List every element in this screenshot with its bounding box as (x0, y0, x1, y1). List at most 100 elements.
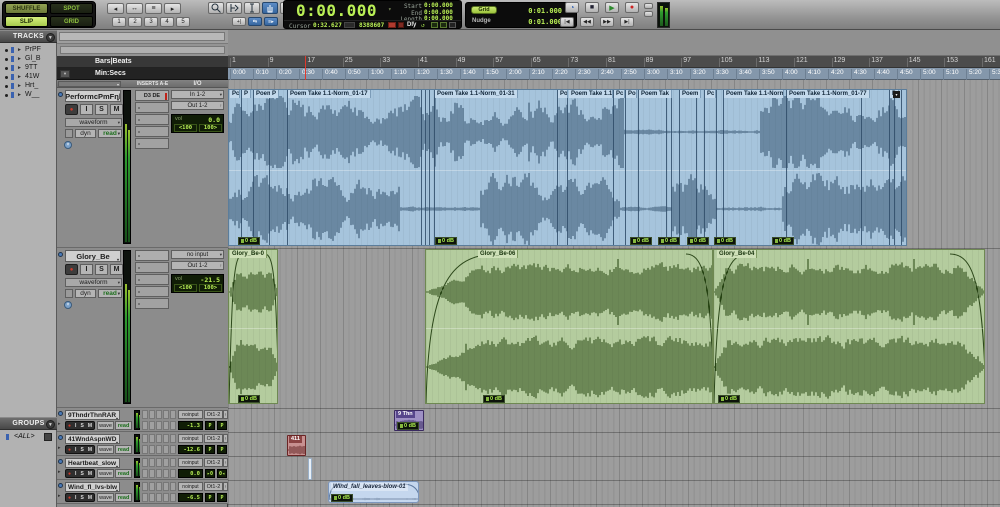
insert-slot-mini[interactable] (163, 445, 169, 454)
pan-left-value[interactable]: <100 (174, 284, 197, 292)
zoom-toggle-button[interactable]: ↔ (126, 3, 143, 14)
insert-slot-3[interactable] (135, 274, 169, 285)
read-mode-button[interactable]: read (115, 445, 132, 454)
grid-value[interactable]: 0:01.000 (518, 7, 562, 15)
insert-slot-mini[interactable] (170, 421, 176, 430)
pan-left-value[interactable]: P (205, 493, 215, 502)
solo-button[interactable]: S (95, 104, 108, 115)
insert-slot-4[interactable] (135, 126, 169, 137)
dyn-button[interactable]: dyn (75, 129, 96, 138)
insert-slot-mini[interactable] (142, 421, 148, 430)
input-letter[interactable]: I (75, 423, 76, 429)
automation-mode-selector[interactable]: read ▾ (98, 129, 122, 138)
zoom-in-horizontal-button[interactable]: ▸ (164, 3, 181, 14)
input-button[interactable]: I (80, 104, 93, 115)
edit-canvas[interactable]: Pc P Poem P Poem Take 1.1-Norm_01-17 Poem Tak… (228, 80, 1000, 507)
play-button[interactable]: ▶ (605, 2, 619, 13)
clip-label[interactable]: Glory_Be-0 (230, 250, 268, 258)
input-selector[interactable]: noinput (178, 458, 203, 467)
clip-label[interactable]: Wind_fall_leaves-blow-01 (331, 483, 408, 491)
clip-gain-badge[interactable]: 0 dB (718, 395, 740, 403)
grabber-tool-button[interactable] (262, 2, 278, 14)
insert-slot-1[interactable]: D3 DE (135, 90, 169, 101)
mode-shuffle-button[interactable]: SHUFFLE (5, 3, 48, 14)
clip-gain-badge[interactable]: 0 dB (238, 237, 260, 245)
rism-button-cluster[interactable]: ● I S M (65, 445, 95, 454)
track-name-caret-icon[interactable]: ▾ (116, 414, 118, 420)
input-selector[interactable]: noinput (178, 410, 203, 419)
insert-slot-mini[interactable] (156, 482, 162, 491)
keyboard-focus-icon[interactable] (344, 22, 355, 28)
mode-spot-button[interactable]: SPOT (50, 3, 93, 14)
track-expand-icon[interactable]: ▸ (58, 493, 61, 499)
record-button[interactable]: ● (625, 2, 639, 13)
clip-gain-badge[interactable]: 0 dB (397, 422, 419, 430)
delay-compensation-label[interactable]: Dly (407, 22, 416, 28)
fast-forward-button[interactable]: ▶▶ (600, 17, 614, 27)
clip-gain-badge[interactable]: 0 dB (331, 494, 353, 502)
minsec-ruler[interactable]: 0:00 0:10 0:20 0:30 0:40 0:50 1:00 1:10 1:20 1:30… (228, 68, 1000, 80)
session-selector-dropdown[interactable] (60, 46, 225, 54)
clip-label[interactable]: Po (626, 90, 637, 98)
edit-window-view-selector[interactable] (59, 32, 225, 41)
insert-slot-mini[interactable] (163, 469, 169, 478)
clip-gain-badge[interactable]: 0 dB (435, 237, 457, 245)
input-selector[interactable]: no input ▾ (171, 250, 224, 259)
track-list-item-9TT[interactable]: ► 9TT (0, 64, 57, 73)
clip-9 Thn[interactable]: 9 Thn 0 dB (394, 410, 424, 431)
vol-value[interactable]: 0.0 (178, 469, 203, 478)
groups-pane-header[interactable]: GROUPS ▼ (0, 417, 57, 430)
selector-tool-button[interactable] (244, 2, 260, 14)
insert-slot-mini[interactable] (170, 458, 176, 467)
track-color-dot[interactable] (58, 459, 63, 464)
clip-label[interactable]: Poem Tak (639, 90, 672, 98)
input-button[interactable]: I (80, 264, 93, 275)
output-selector[interactable]: Out 1-2 ↑ (171, 261, 224, 270)
solo-letter[interactable]: S (80, 495, 83, 501)
pan-right-value[interactable]: 0◂ (217, 469, 227, 478)
clip-label[interactable]: 411 (289, 436, 302, 443)
track-name[interactable]: Wind_fl_lvs-blw ▾ (65, 482, 120, 492)
mute-letter[interactable]: M (88, 423, 92, 429)
record-enable-button[interactable]: ● (65, 104, 78, 115)
go-to-end-button[interactable]: ▶| (620, 17, 634, 27)
wave-view-button[interactable]: wave (97, 493, 114, 502)
zoom-preset-4[interactable]: 4 (160, 17, 174, 27)
clip-gain-badge[interactable]: 0 dB (714, 237, 736, 245)
pre-roll-icon[interactable] (398, 22, 404, 28)
tracks-pane-header[interactable]: TRACKS ▼ (0, 30, 57, 43)
insert-slot-5[interactable] (135, 298, 169, 309)
track-name[interactable]: 41WndAspnWD ▾ (65, 434, 120, 444)
mute-letter[interactable]: M (88, 447, 92, 453)
insert-slot-mini[interactable] (142, 410, 148, 419)
insert-slot-mini[interactable] (149, 493, 155, 502)
clip-label[interactable]: Poem Take 1.1-Norm_01-17 (288, 90, 371, 98)
track-name[interactable]: 9ThndrThnRAR ▾ (65, 410, 120, 420)
solo-letter[interactable]: S (80, 471, 83, 477)
track-color-dot[interactable] (58, 92, 63, 97)
solo-button[interactable]: S (95, 264, 108, 275)
return-to-zero-button[interactable]: |◀ (560, 17, 574, 27)
insert-slot-mini[interactable] (163, 434, 169, 443)
clip-label[interactable]: 9 Thn (396, 411, 415, 418)
insert-slot-mini[interactable] (156, 458, 162, 467)
insert-slot-3[interactable] (135, 114, 169, 125)
insert-slot-mini[interactable] (149, 421, 155, 430)
output-selector[interactable]: Ot1-2 (204, 410, 223, 419)
clip-label[interactable]: P (270, 90, 279, 98)
mute-letter[interactable]: M (88, 471, 92, 477)
insert-slot-mini[interactable] (170, 410, 176, 419)
stop-button[interactable]: ■ (585, 2, 599, 13)
read-mode-button[interactable]: read (115, 493, 132, 502)
minsec-ruler-label[interactable]: Min:Secs (95, 70, 126, 77)
insert-slot-mini[interactable] (170, 434, 176, 443)
zoom-preset-1[interactable]: 1 (112, 17, 126, 27)
track-color-dot[interactable] (58, 252, 63, 257)
clip-label[interactable]: Glory_Be-06 (478, 250, 519, 258)
track-expand-icon[interactable]: ▸ (58, 421, 61, 427)
transport-expand-button-2[interactable] (644, 11, 653, 17)
zoom-preset-5[interactable]: 5 (176, 17, 190, 27)
pan-right-value[interactable]: 100> (199, 284, 222, 292)
insert-slot-mini[interactable] (170, 493, 176, 502)
input-letter[interactable]: I (75, 471, 76, 477)
